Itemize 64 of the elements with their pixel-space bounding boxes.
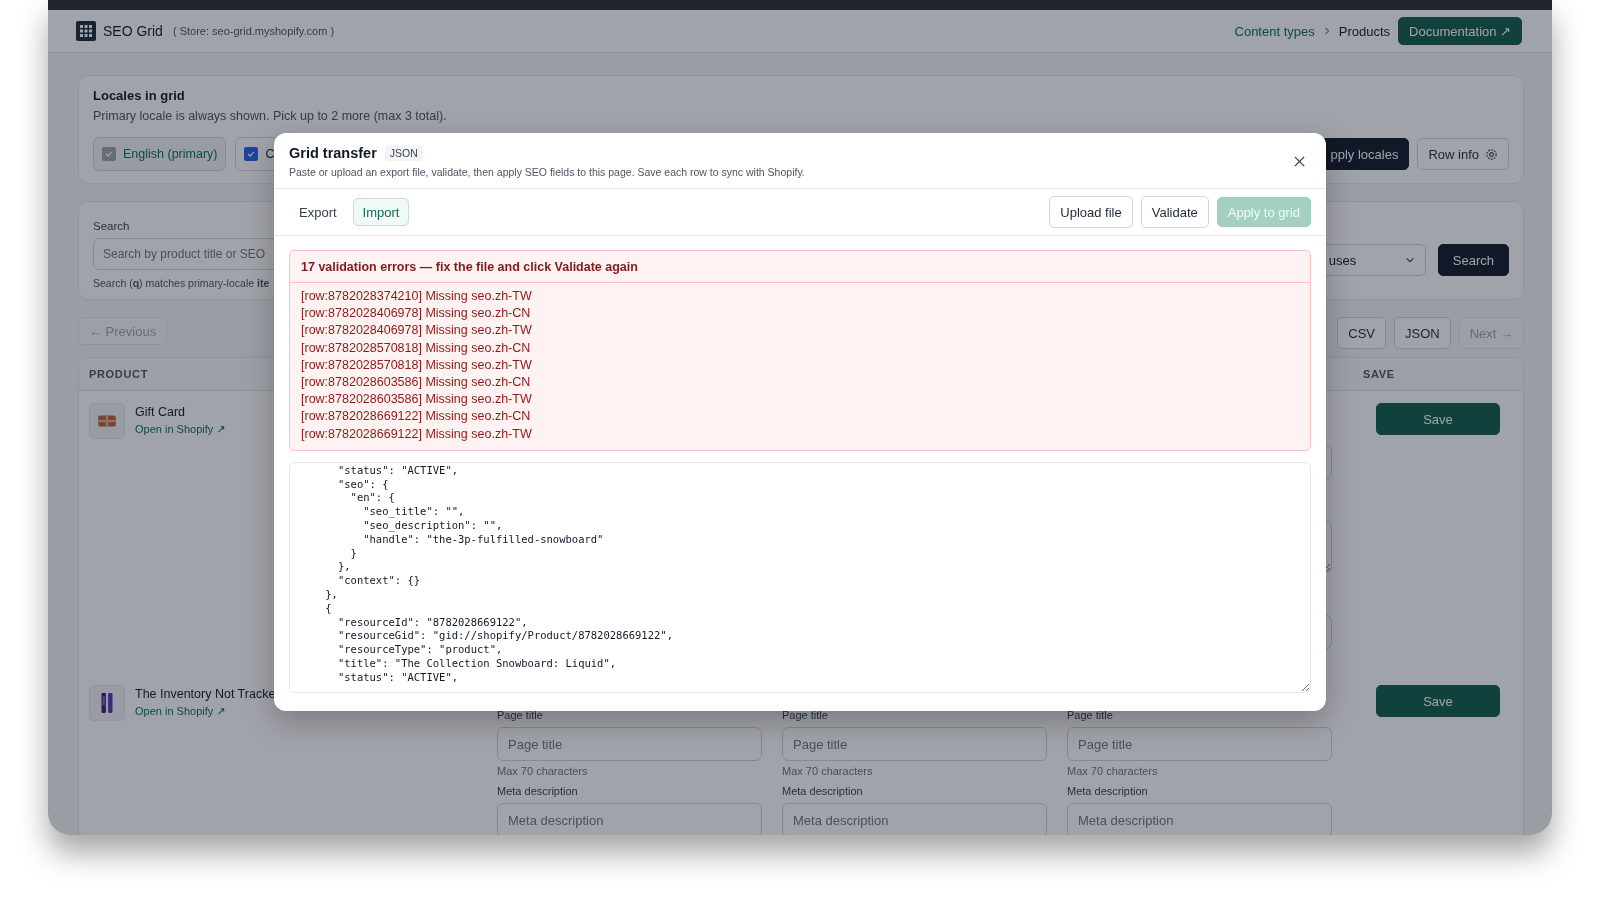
documentation-button[interactable]: Documentation ↗ [1398,17,1522,45]
text-field[interactable]: Meta description [1067,803,1332,835]
error-message: [row:8782028669122] Missing seo.zh-TW [301,425,533,443]
field-label: Meta description [1067,785,1149,799]
gear-icon [1485,147,1498,161]
chevron-down-icon [1404,255,1415,265]
save-button[interactable]: Save [1376,403,1500,435]
open-in-shopify-link[interactable]: Open in Shopify ↗ [135,423,226,435]
dialog-subtitle: Paste or upload an export file, validate, then apply SEO fields to this page. Save each row to sync with Shopify. [289,166,805,178]
error-message: [row:8782028406978] Missing seo.zh-CN [301,305,532,323]
chip-label: C [265,147,275,161]
error-message: [row:8782028374210] Missing seo.zh-TW [301,288,533,305]
json-editor[interactable]: "status": "ACTIVE", "seo": { "en": { "seo_title": "", "seo_description": "", "handle": "the-3p-fulfilled-snowboard" } }, "context": {} }, { "resourceId": "8782028669122", "resourceGid": "gid://shopify/Product/8782028669122", "resourceType": "product", "title": "The Collection Snowboard: Liquid", "status": "ACTIVE", [289,461,1311,693]
format-badge: JSON [384,145,423,161]
column-header: PRODUCT [89,368,148,380]
error-title: 17 validation errors — fix the file and click Validate again [290,251,1310,283]
chevron-right-icon [1322,27,1331,35]
breadcrumb-link[interactable]: Products [1338,23,1391,39]
export-button[interactable]: JSON [1394,317,1451,349]
field-hint: Max 70 characters [1067,765,1159,779]
close-icon [1293,154,1306,168]
product-title: Gift Card [135,405,186,419]
chip-label: English (primary) [123,147,218,161]
open-in-shopify-link[interactable]: Open in Shopify ↗ [135,705,226,717]
tab[interactable]: Import [352,198,410,226]
error-message: [row:8782028669122] Missing seo.zh-CN [301,408,532,426]
row-info-button[interactable]: Row info [1417,138,1509,170]
grid-logo-icon [76,21,96,41]
app-name: SEO Grid [103,23,163,39]
checkbox[interactable] [244,147,259,161]
error-message: [row:8782028603586] Missing seo.zh-CN [301,374,532,391]
text-field[interactable]: Page title [497,727,762,761]
error-message: [row:8782028570818] Missing seo.zh-TW [301,356,533,374]
error-message: [row:8782028570818] Missing seo.zh-CN [301,339,532,357]
field-label: Meta description [782,785,864,799]
field-hint: Max 70 characters [782,765,874,779]
field-label: Page title [782,709,829,723]
card-title: Locales in grid [93,88,186,103]
search-hint: Search (q) matches primary-locale ite [93,277,270,289]
field-label: Meta description [497,785,579,799]
product-title: The Inventory Not Tracke [135,687,276,701]
field-label: Page title [497,709,544,723]
action-button[interactable]: Validate [1140,196,1209,228]
card-hint: Primary locale is always shown. Pick up to 2 more (max 3 total). [93,109,448,123]
export-button[interactable]: CSV [1337,317,1386,349]
text-field[interactable]: Page title [782,727,1047,761]
search-button[interactable]: Search [1437,244,1509,276]
error-message: [row:8782028603586] Missing seo.zh-TW [301,391,533,409]
checkmark-icon [246,149,257,159]
dialog-title: Grid transfer [289,145,377,161]
tab[interactable]: Export [289,198,347,226]
action-button[interactable]: Upload file [1049,196,1133,228]
save-button[interactable]: Save [1376,685,1500,717]
store-name: ( Store: seo-grid.myshopify.com ) [172,25,335,37]
field-hint: Max 70 characters [497,765,589,779]
text-field[interactable]: Page title [1067,727,1332,761]
error-message: [row:8782028406978] Missing seo.zh-TW [301,322,533,340]
breadcrumb-link[interactable]: Content types [1234,23,1315,39]
field-label: Page title [1067,709,1114,723]
text-field[interactable]: Meta description [782,803,1047,835]
column-header: SAVE [1363,368,1396,380]
field-label: Search [93,220,130,232]
checkmark-icon [104,149,114,159]
text-field[interactable]: Meta description [497,803,762,835]
